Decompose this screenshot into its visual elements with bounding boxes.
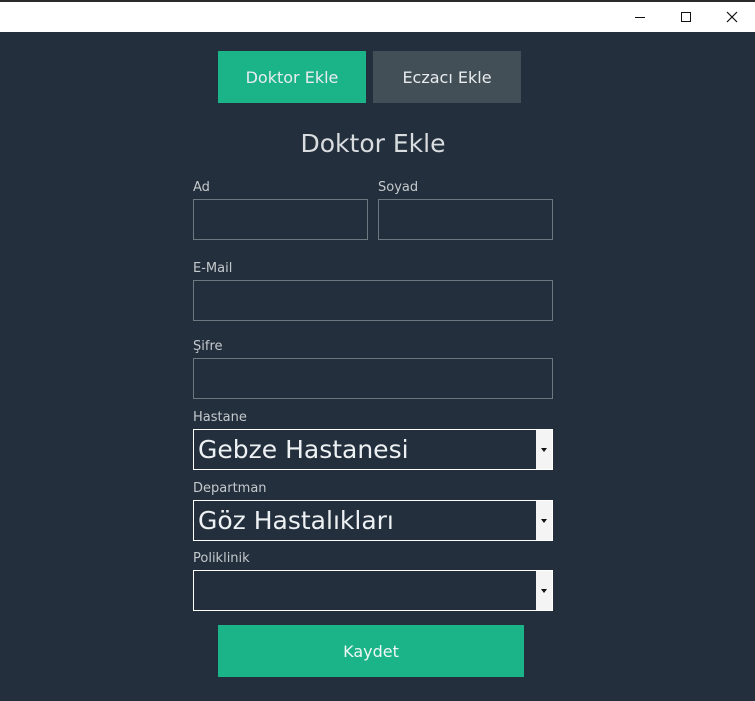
ad-label: Ad — [193, 180, 210, 195]
departman-label: Departman — [193, 481, 267, 496]
ad-input[interactable] — [193, 199, 368, 240]
minimize-button[interactable] — [617, 2, 663, 32]
soyad-label: Soyad — [378, 180, 419, 195]
tab-doktor-ekle[interactable]: Doktor Ekle — [218, 51, 366, 103]
hastane-label: Hastane — [193, 410, 247, 425]
departman-select-value: Göz Hastalıkları — [198, 506, 394, 535]
email-label: E-Mail — [193, 261, 233, 276]
form-title: Doktor Ekle — [300, 129, 446, 158]
hastane-select-value: Gebze Hastanesi — [198, 435, 409, 464]
dropdown-arrow-icon[interactable] — [536, 571, 552, 610]
close-button[interactable] — [709, 2, 755, 32]
app-window: Doktor Ekle Eczacı Ekle Doktor Ekle Ad S… — [0, 0, 755, 701]
maximize-button[interactable] — [663, 2, 709, 32]
tab-eczaci-ekle[interactable]: Eczacı Ekle — [373, 51, 521, 103]
save-button[interactable]: Kaydet — [218, 625, 524, 677]
maximize-icon — [681, 12, 691, 22]
email-input[interactable] — [193, 280, 553, 321]
poliklinik-select[interactable] — [193, 570, 553, 611]
password-input[interactable] — [193, 358, 553, 399]
main-content: Doktor Ekle Eczacı Ekle Doktor Ekle Ad S… — [0, 32, 755, 701]
minimize-icon — [635, 17, 645, 18]
soyad-input[interactable] — [378, 199, 553, 240]
dropdown-arrow-icon[interactable] — [536, 430, 552, 469]
close-icon — [726, 11, 738, 23]
title-bar — [0, 0, 755, 32]
departman-select[interactable]: Göz Hastalıkları — [193, 500, 553, 541]
dropdown-arrow-icon[interactable] — [536, 501, 552, 540]
hastane-select[interactable]: Gebze Hastanesi — [193, 429, 553, 470]
sifre-label: Şifre — [193, 339, 223, 354]
poliklinik-label: Poliklinik — [193, 551, 250, 566]
